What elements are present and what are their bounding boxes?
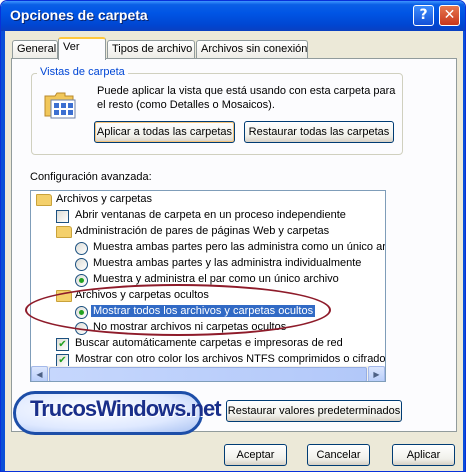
scroll-left-icon[interactable]: ◀ xyxy=(31,366,48,381)
tree-item-archivos-y-carpetas[interactable]: Archivos y carpetas xyxy=(31,192,385,208)
apply-button[interactable]: Aplicar xyxy=(392,444,455,466)
radio-unchecked-icon[interactable] xyxy=(75,242,88,255)
folder-icon xyxy=(56,226,72,238)
tab-ver[interactable]: Ver xyxy=(58,37,106,60)
title-bar[interactable]: Opciones de carpeta ? ✕ xyxy=(1,1,465,31)
restore-defaults-button[interactable]: Restaurar valores predeterminados xyxy=(226,400,402,422)
close-icon[interactable]: ✕ xyxy=(439,5,460,26)
highlight-ellipse xyxy=(25,284,331,336)
window-title: Opciones de carpeta xyxy=(10,7,148,23)
checkbox-checked-icon[interactable]: ✔ xyxy=(56,338,69,351)
folder-icon xyxy=(36,194,52,206)
reset-all-folders-button[interactable]: Restaurar todas las carpetas xyxy=(244,121,394,143)
watermark-text: TrucosWindows.net xyxy=(30,396,222,421)
accept-button[interactable]: Aceptar xyxy=(224,444,287,466)
folder-views-description-line2: el resto (como Detalles o Mosaicos). xyxy=(97,99,275,111)
tab-tipos-de-archivo[interactable]: Tipos de archivo xyxy=(107,40,195,59)
tree-item-administracion-pares[interactable]: Administración de pares de páginas Web y… xyxy=(31,224,385,240)
tree-item-label: Muestra ambas partes y las administra in… xyxy=(93,257,362,269)
radio-unchecked-icon[interactable] xyxy=(75,258,88,271)
advanced-settings-label: Configuración avanzada: xyxy=(30,171,152,183)
tree-item-label: Muestra ambas partes pero las administra… xyxy=(93,241,386,253)
tab-archivos-sin-conexion[interactable]: Archivos sin conexión xyxy=(196,40,308,59)
window-frame-left xyxy=(1,31,5,471)
checkbox-unchecked-icon[interactable] xyxy=(56,210,69,223)
tree-item-label: Muestra y administra el par como un únic… xyxy=(93,273,339,285)
tree-item-muestra-ambas-individual[interactable]: Muestra ambas partes y las administra in… xyxy=(31,256,385,272)
tab-general[interactable]: General xyxy=(12,40,58,59)
help-icon[interactable]: ? xyxy=(413,5,434,26)
watermark-logo: TrucosWindows.net xyxy=(13,391,222,435)
cancel-button[interactable]: Cancelar xyxy=(307,444,370,466)
horizontal-scrollbar[interactable]: ◀ ▶ xyxy=(31,366,385,381)
horizontal-scroll-thumb[interactable] xyxy=(49,367,367,381)
tree-item-label: Archivos y carpetas xyxy=(56,193,152,205)
tree-item-label: Abrir ventanas de carpeta en un proceso … xyxy=(75,209,346,221)
folder-view-icon xyxy=(44,92,76,119)
tree-item-abrir-ventanas[interactable]: Abrir ventanas de carpeta en un proceso … xyxy=(31,208,385,224)
scroll-right-icon[interactable]: ▶ xyxy=(368,366,385,381)
apply-to-all-folders-button[interactable]: Aplicar a todas las carpetas xyxy=(94,121,235,143)
tree-item-muestra-ambas-unico[interactable]: Muestra ambas partes pero las administra… xyxy=(31,240,386,256)
folder-views-legend: Vistas de carpeta xyxy=(37,66,128,78)
tree-item-buscar-carpetas-red[interactable]: ✔ Buscar automáticamente carpetas e impr… xyxy=(31,336,385,352)
tree-item-label: Buscar automáticamente carpetas e impres… xyxy=(75,337,343,349)
folder-views-description-line1: Puede aplicar la vista que está usando c… xyxy=(97,85,396,97)
tree-item-label: Mostrar con otro color los archivos NTFS… xyxy=(75,353,386,365)
radio-checked-icon[interactable] xyxy=(75,274,88,287)
tree-item-label: Administración de pares de páginas Web y… xyxy=(75,225,330,237)
folder-options-window: Opciones de carpeta ? ✕ General Ver Tipo… xyxy=(0,0,466,472)
